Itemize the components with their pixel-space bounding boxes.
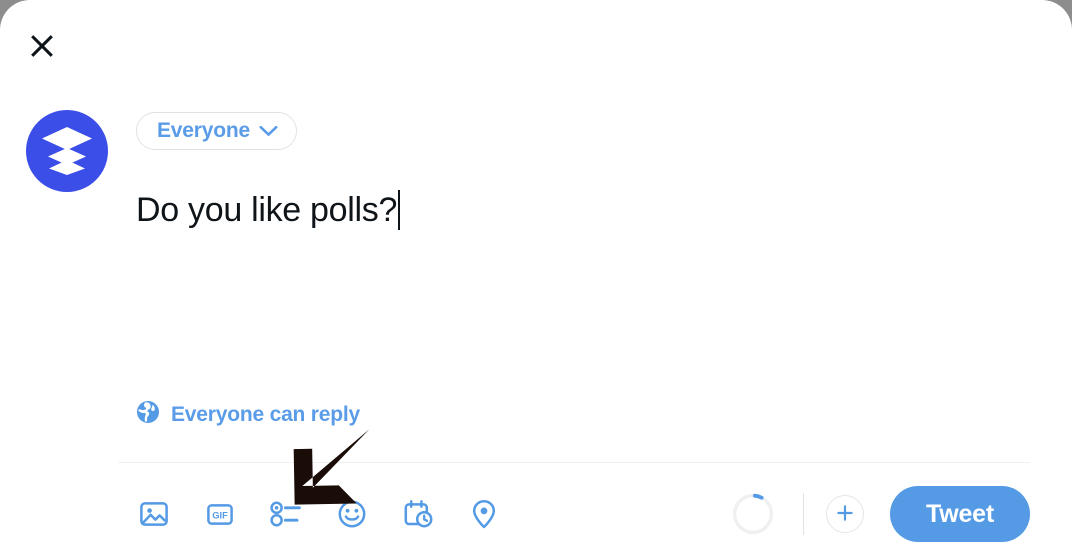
reply-scope-selector[interactable]: Everyone can reply	[136, 400, 360, 429]
toolbar-actions: GIF	[131, 488, 507, 540]
composer-toolbar: GIF Tweet	[0, 486, 1072, 548]
globe-icon	[136, 400, 160, 429]
audience-selector[interactable]: Everyone	[136, 112, 297, 150]
svg-text:GIF: GIF	[212, 509, 228, 520]
location-button[interactable]	[461, 488, 507, 540]
character-count-progress	[727, 488, 779, 540]
schedule-button[interactable]	[395, 488, 441, 540]
modal-header	[0, 0, 1072, 92]
calendar-clock-icon	[403, 499, 433, 529]
toolbar-divider	[118, 462, 1030, 463]
layers-stack-icon	[40, 126, 94, 176]
tweet-submit-button[interactable]: Tweet	[890, 486, 1030, 542]
reply-scope-label: Everyone can reply	[171, 402, 360, 426]
toolbar-vertical-divider	[803, 493, 804, 535]
chevron-down-icon	[259, 125, 278, 137]
gif-icon: GIF	[205, 499, 235, 529]
close-icon	[28, 32, 56, 60]
media-button[interactable]	[131, 488, 177, 540]
tweet-input-value: Do you like polls?	[136, 191, 398, 229]
tweet-compose-modal: Everyone Do you like polls? Everyone can…	[0, 0, 1072, 558]
close-button[interactable]	[22, 26, 62, 66]
add-thread-button[interactable]	[826, 495, 864, 533]
tweet-input[interactable]: Do you like polls?	[136, 190, 1016, 350]
emoji-icon	[337, 499, 367, 529]
image-icon	[139, 499, 169, 529]
avatar[interactable]	[26, 110, 108, 192]
audience-selector-label: Everyone	[157, 119, 250, 142]
plus-icon	[836, 504, 854, 525]
poll-icon	[270, 501, 302, 527]
emoji-button[interactable]	[329, 488, 375, 540]
poll-button[interactable]	[263, 488, 309, 540]
toolbar-right-controls: Tweet	[727, 486, 1030, 542]
text-caret	[398, 190, 401, 230]
gif-button[interactable]: GIF	[197, 488, 243, 540]
location-pin-icon	[470, 499, 498, 529]
